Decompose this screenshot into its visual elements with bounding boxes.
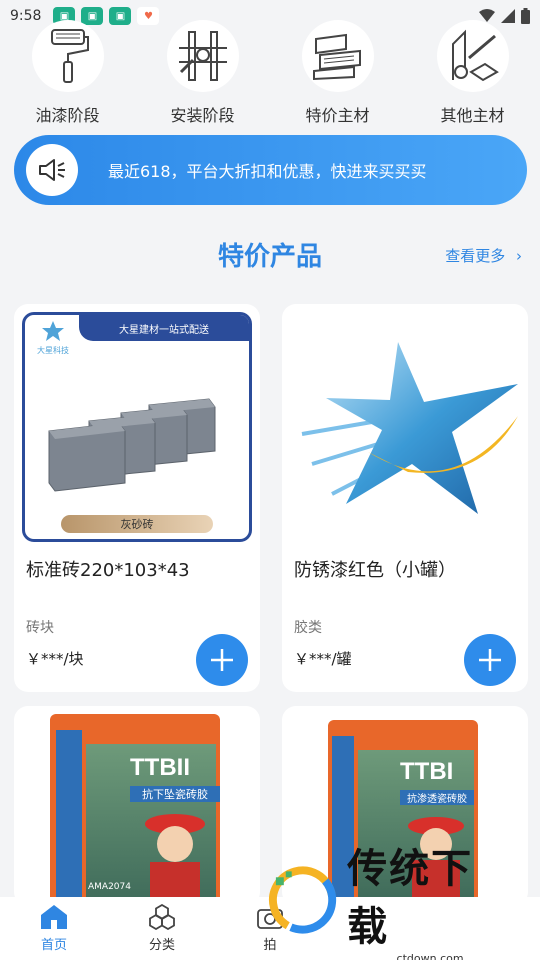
bag-subtitle: 抗下坠瓷砖胶 [130,786,220,802]
plus-icon [479,649,501,671]
tools-box-icon [436,20,509,92]
product-card[interactable]: TTBII 抗下坠瓷砖胶 AMA2074 [14,706,260,906]
bag-subtitle: 抗渗透瓷砖胶 [400,790,474,805]
category-label: 其他主材 [440,106,505,125]
category-special[interactable]: 特价主材 [278,20,398,126]
bag-title: TTBII [130,754,190,781]
product-image: TTBII 抗下坠瓷砖胶 AMA2074 [50,714,220,906]
product-price: ￥***/罐 [294,650,352,668]
category-row: 油漆阶段 安装阶段 特价主材 其他主材 [0,20,540,126]
paint-roller-icon [31,20,104,92]
product-image [282,304,528,546]
watermark-main: 传统下载 [347,845,474,950]
plus-icon [211,649,233,671]
category-install[interactable]: 安装阶段 [143,20,263,126]
add-to-cart-button[interactable] [464,634,516,686]
product-name: 标准砖220*103*43 [26,560,190,581]
star-logo-illustration [301,342,518,514]
watermark-sub: ctdown.com [396,951,464,960]
worker-mascot [145,814,205,906]
see-more-label: 查看更多 [445,247,506,265]
product-card[interactable]: 防锈漆红色（小罐） 胶类 ￥***/罐 [282,304,528,692]
image-banner-text: 大星建材一站式配送 [79,315,249,341]
star-logo: 大星科技 [31,321,75,356]
wrench-pipes-icon [166,20,239,92]
image-tag: 灰砂砖 [61,515,213,533]
bricks-illustration [48,398,216,492]
category-paint[interactable]: 油漆阶段 [8,20,128,126]
banner-text: 最近618，平台大折扣和优惠，快进来买买买 [108,162,427,181]
product-category: 胶类 [294,620,322,636]
bag-title: TTBI [400,758,454,785]
chevron-right-icon: › [516,247,522,265]
category-other[interactable]: 其他主材 [413,20,533,126]
tiles-stack-icon [301,20,374,92]
category-label: 油漆阶段 [35,106,100,125]
logo-text: 大星科技 [37,346,69,355]
product-name: 防锈漆红色（小罐） [294,560,456,581]
megaphone-icon [26,144,78,196]
bag-code: AMA2074 [88,882,131,892]
watermark-text: 传统下载 ctdown.com [347,836,513,960]
tab-label: 分类 [148,938,175,953]
category-icon [149,904,175,930]
category-label: 特价主材 [305,106,370,125]
tab-category[interactable]: 分类 [108,897,216,960]
category-label: 安装阶段 [170,106,235,125]
product-price: ￥***/块 [26,650,84,668]
product-card[interactable]: 大星建材一站式配送 大星科技 灰砂砖 标准砖220*103*43 砖块 ￥***… [14,304,260,692]
tab-home[interactable]: 首页 [0,897,108,960]
tab-label: 首页 [40,938,67,953]
home-icon [41,905,67,929]
product-image: 大星建材一站式配送 大星科技 灰砂砖 [14,304,260,546]
product-category: 砖块 [26,620,54,636]
add-to-cart-button[interactable] [196,634,248,686]
promo-banner[interactable]: 最近618，平台大折扣和优惠，快进来买买买 [14,135,527,205]
see-more-link[interactable]: 查看更多 › [445,245,522,266]
watermark-logo-icon [268,866,337,934]
watermark: 传统下载 ctdown.com [268,846,513,960]
